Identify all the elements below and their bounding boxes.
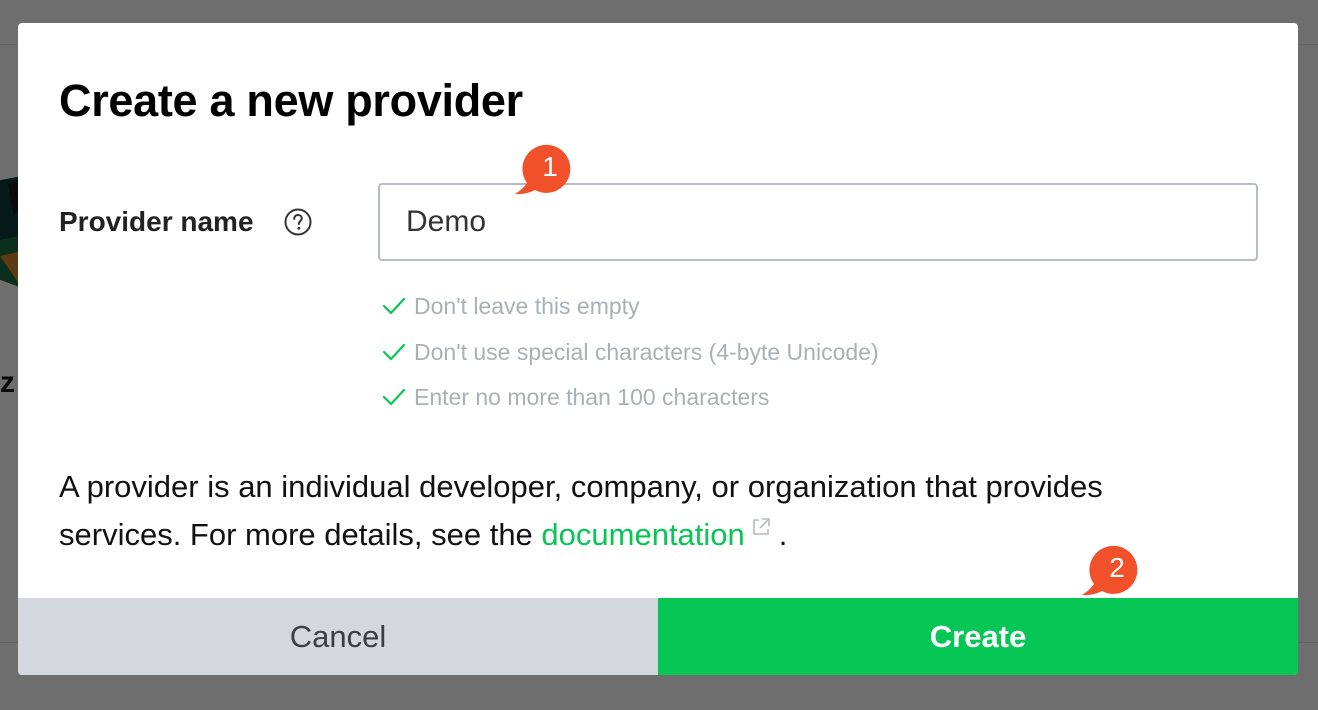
provider-name-input[interactable] bbox=[378, 183, 1258, 261]
validation-rule: Don't use special characters (4-byte Uni… bbox=[382, 339, 879, 385]
step-badge-2: 2 bbox=[1082, 544, 1144, 600]
documentation-link[interactable]: documentation bbox=[541, 517, 744, 552]
check-icon bbox=[382, 388, 406, 406]
validation-rule-text: Don't leave this empty bbox=[414, 293, 640, 319]
external-link-icon[interactable] bbox=[751, 517, 771, 537]
step-badge-number: 2 bbox=[1109, 552, 1125, 583]
validation-rules: Don't leave this empty Don't use special… bbox=[382, 293, 879, 430]
check-icon bbox=[382, 297, 406, 315]
cancel-button[interactable]: Cancel bbox=[18, 598, 658, 675]
description-period: . bbox=[778, 517, 788, 552]
dialog-footer: Cancel Create bbox=[18, 598, 1298, 675]
question-circle-icon[interactable] bbox=[284, 208, 312, 236]
create-button[interactable]: Create bbox=[658, 598, 1298, 675]
step-badge-number: 1 bbox=[542, 151, 558, 182]
step-badge-1: 1 bbox=[515, 143, 577, 199]
validation-rule-text: Enter no more than 100 characters bbox=[414, 384, 770, 410]
dialog-title: Create a new provider bbox=[59, 75, 523, 126]
check-icon bbox=[382, 343, 406, 360]
validation-rule-text: Don't use special characters (4-byte Uni… bbox=[414, 338, 879, 365]
provider-name-label: Provider name bbox=[59, 206, 254, 237]
validation-rule: Enter no more than 100 characters bbox=[382, 384, 879, 430]
provider-description: A provider is an individual developer, c… bbox=[59, 463, 1219, 559]
validation-rule: Don't leave this empty bbox=[382, 293, 879, 339]
